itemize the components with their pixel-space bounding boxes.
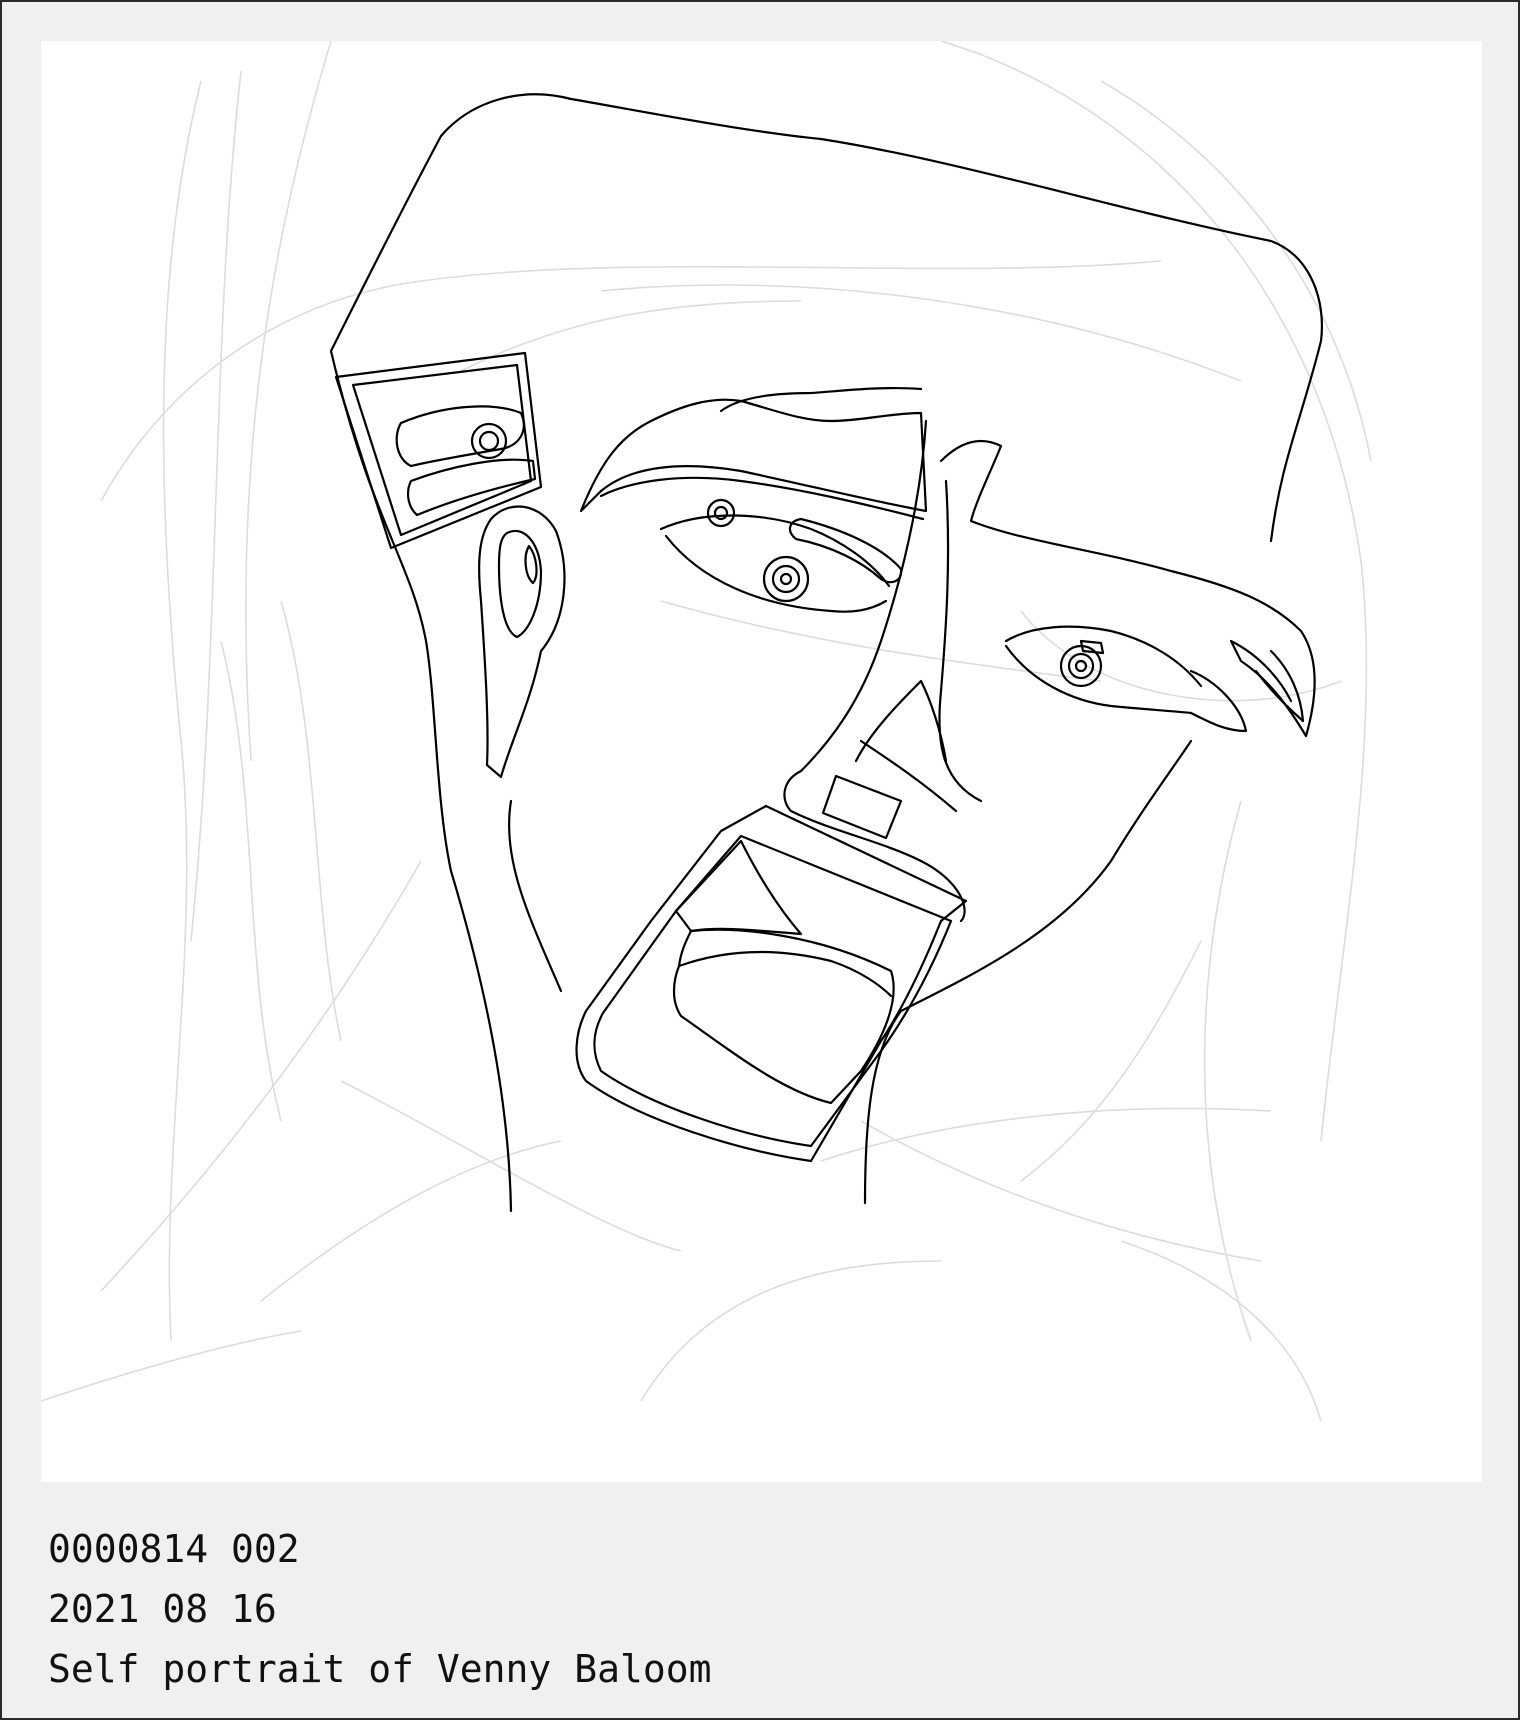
portrait-ink-lines <box>329 93 1323 1213</box>
brow-left <box>579 398 928 513</box>
head-outline <box>329 93 1323 1213</box>
artwork-card: 0000814 002 2021 08 16 Self portrait of … <box>0 0 1520 1720</box>
eye-left-iris-mid <box>771 564 801 594</box>
eye-right-iris <box>1059 644 1103 688</box>
cheek-inner <box>854 679 948 763</box>
artwork-date: 2021 08 16 <box>48 1587 277 1631</box>
eye-right-iris-mid <box>1067 652 1095 680</box>
portrait-line-drawing <box>41 41 1372 1422</box>
tongue-top <box>677 950 893 998</box>
teeth-upper <box>674 839 803 936</box>
temple-curl <box>1254 649 1305 723</box>
side-ear-hole <box>524 544 538 585</box>
eye-left-pupil <box>779 572 793 586</box>
eye-left-lower <box>664 534 888 613</box>
ghost-sketch-lines <box>41 41 1372 1422</box>
brow-left-inner <box>599 476 925 521</box>
artwork-title: Self portrait of Venny Baloom <box>48 1647 712 1691</box>
side-ear-inner <box>497 530 543 639</box>
side-ear-outline <box>478 505 566 779</box>
artwork-id-number: 0000814 002 <box>48 1527 300 1571</box>
upper-eye-ring <box>706 498 736 528</box>
brow-top <box>719 386 923 413</box>
ear-eye-ring-outer <box>470 422 508 460</box>
cheek-left <box>507 799 563 993</box>
drawing-canvas <box>41 41 1482 1482</box>
brow-right <box>939 439 1316 738</box>
eye-left-lid <box>659 514 891 588</box>
nose-bridge <box>799 419 928 773</box>
nose-side <box>783 769 966 923</box>
upper-eye-pupil <box>713 505 729 521</box>
mouth-inner-rim <box>593 834 953 1148</box>
eye-left-iris <box>762 555 810 603</box>
ear-eye-ring-inner <box>478 430 500 452</box>
mouth-outer <box>575 804 968 1163</box>
